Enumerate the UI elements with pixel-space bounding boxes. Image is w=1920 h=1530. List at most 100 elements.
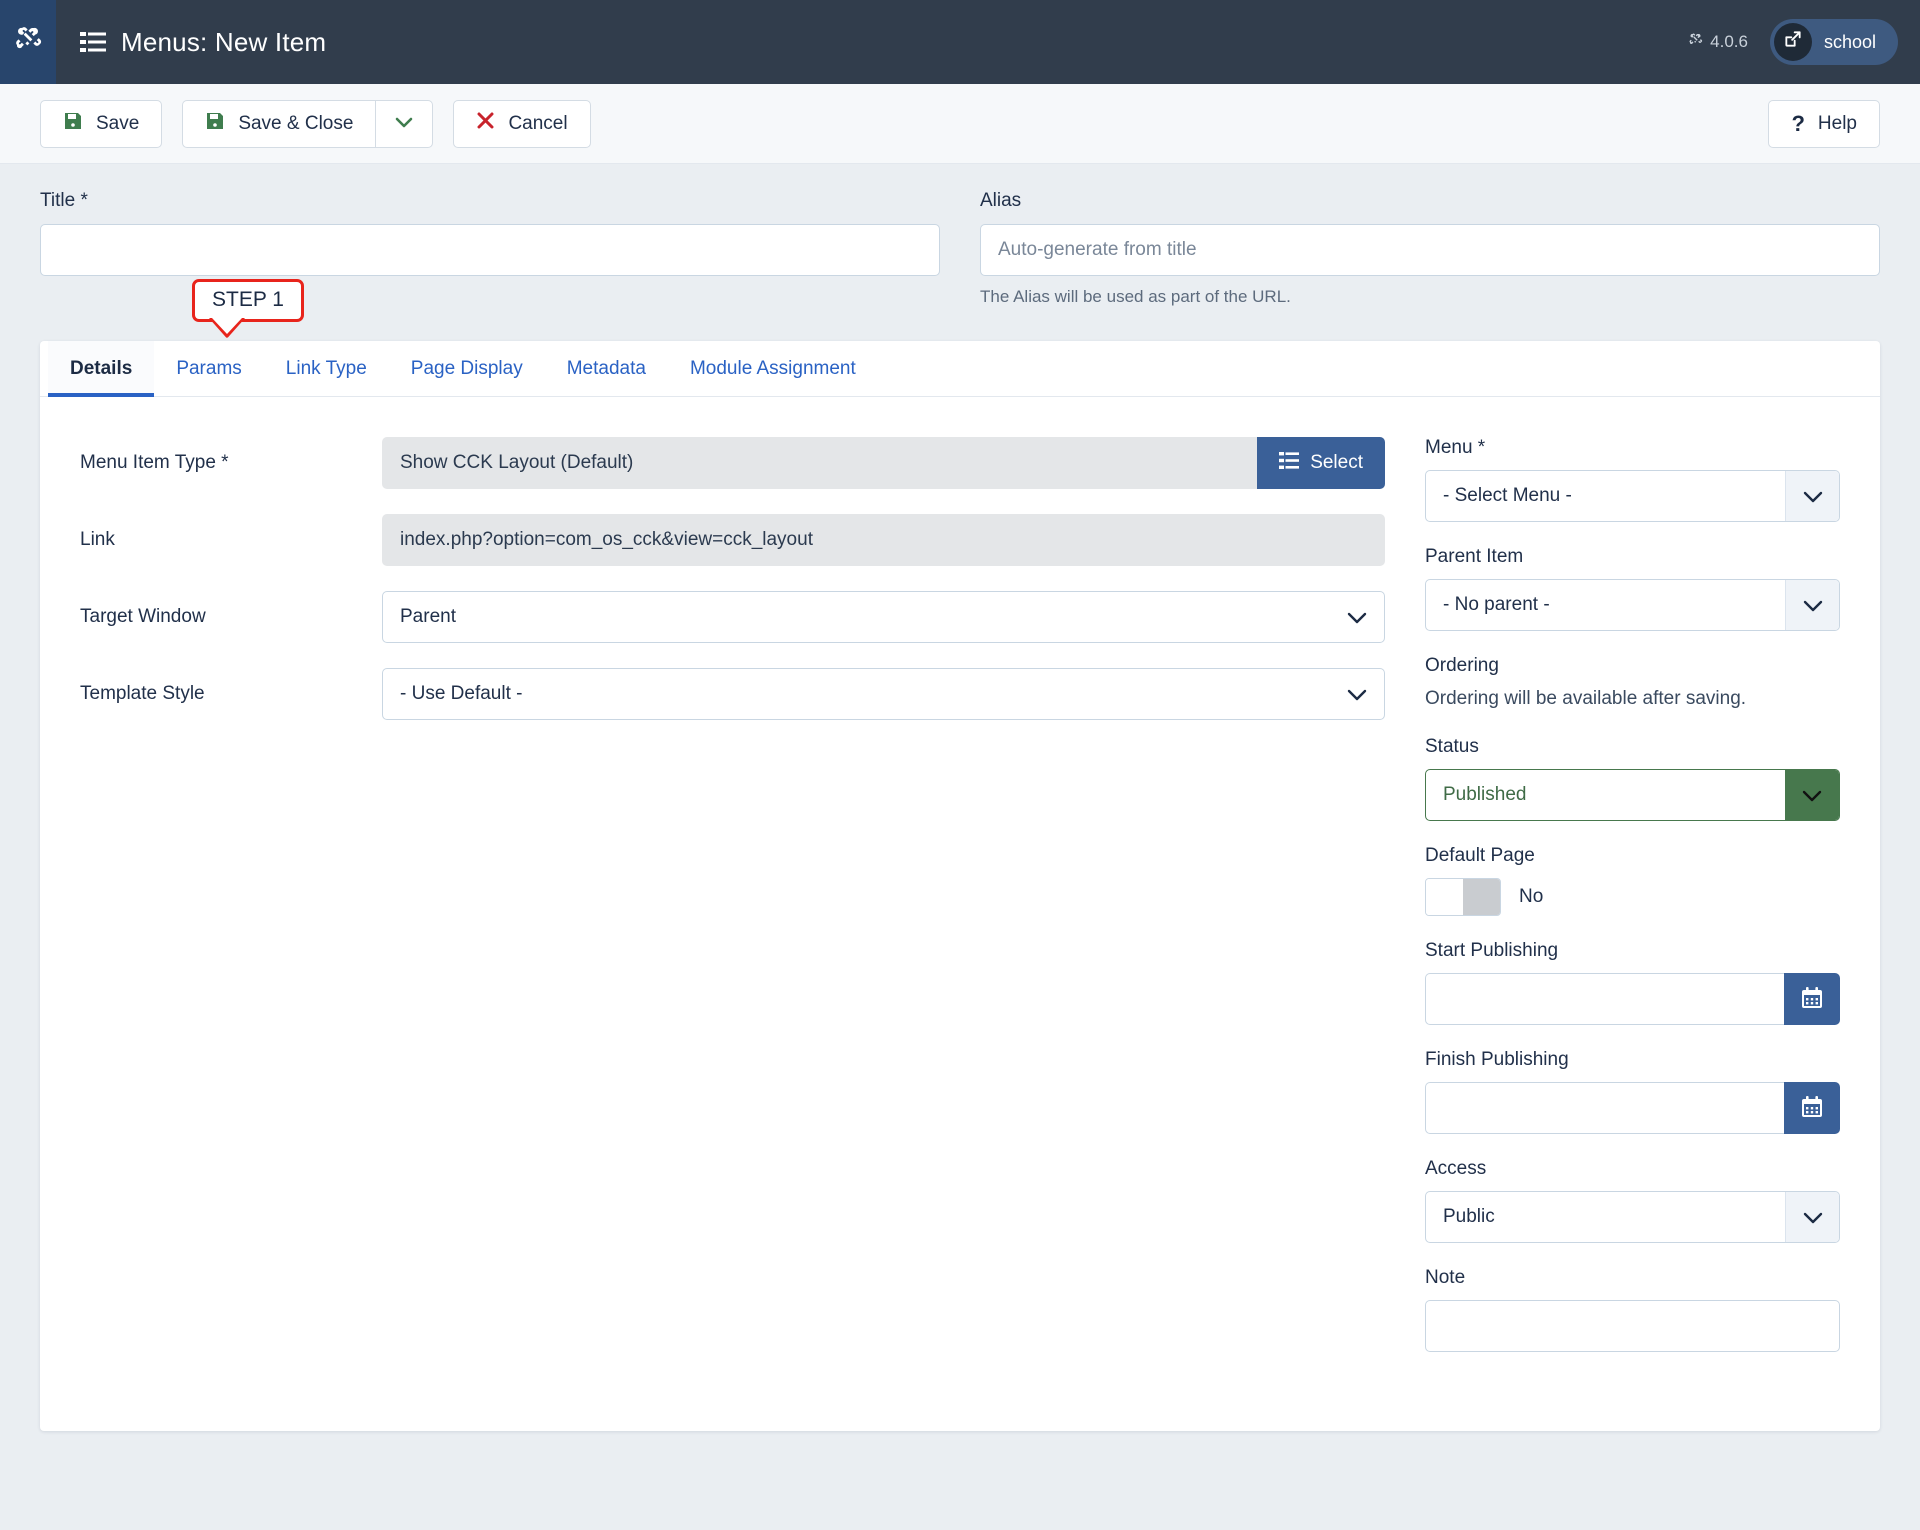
template-style-control: - Use Default - xyxy=(382,668,1385,720)
joomla-logo-button[interactable] xyxy=(0,0,56,84)
alias-field-group: Alias The Alias will be used as part of … xyxy=(980,190,1880,307)
status-label: Status xyxy=(1425,736,1479,757)
link-value: index.php?option=com_os_cck&view=cck_lay… xyxy=(382,514,1385,566)
user-name: school xyxy=(1823,31,1876,52)
finish-publishing-group xyxy=(1425,1082,1840,1134)
finish-publishing-field: Finish Publishing xyxy=(1425,1049,1840,1134)
alias-input[interactable] xyxy=(980,224,1880,276)
start-publishing-calendar-button[interactable] xyxy=(1784,973,1840,1025)
finish-publishing-calendar-button[interactable] xyxy=(1784,1082,1840,1134)
tab-page-display-label: Page Display xyxy=(410,357,523,379)
select-menu-item-type-button[interactable]: Select xyxy=(1257,437,1385,489)
avatar xyxy=(1773,23,1812,61)
save-and-close-group: Save & Close xyxy=(182,99,434,148)
menu-label: Menu * xyxy=(1425,437,1486,458)
menu-select-value: - Select Menu - xyxy=(1443,485,1572,506)
target-window-value: Parent xyxy=(400,606,456,627)
template-style-label: Template Style xyxy=(80,683,205,704)
page-title-group: Menus: New Item xyxy=(80,27,326,58)
access-value: Public xyxy=(1443,1206,1495,1227)
title-input[interactable] xyxy=(40,224,940,276)
list-icon xyxy=(80,31,106,53)
toggle-track xyxy=(1463,879,1500,915)
chevron-down-icon xyxy=(1330,592,1384,642)
tab-module-assignment-label: Module Assignment xyxy=(689,357,856,379)
note-label: Note xyxy=(1425,1267,1466,1288)
tab-details[interactable]: Details xyxy=(48,341,155,397)
target-window-control: Parent xyxy=(382,591,1385,643)
select-button-label: Select xyxy=(1310,452,1363,473)
finish-publishing-label: Finish Publishing xyxy=(1425,1049,1569,1070)
link-row: Link index.php?option=com_os_cck&view=cc… xyxy=(80,514,1385,566)
chevron-down-icon xyxy=(1330,669,1384,719)
link-label: Link xyxy=(80,529,115,550)
form-body: Menu Item Type * Show CCK Layout (Defaul… xyxy=(40,397,1880,1376)
start-publishing-field: Start Publishing xyxy=(1425,940,1840,1025)
step-annotation-label: STEP 1 xyxy=(212,288,284,311)
chevron-down-icon xyxy=(1785,1192,1839,1242)
tab-page-display[interactable]: Page Display xyxy=(389,341,545,396)
status-field: Status Published xyxy=(1425,736,1840,821)
target-window-select[interactable]: Parent xyxy=(382,591,1385,643)
chevron-down-icon xyxy=(1785,580,1839,630)
callout-pointer-icon xyxy=(209,318,245,338)
start-publishing-input[interactable] xyxy=(1425,973,1784,1025)
menu-item-type-label: Menu Item Type * xyxy=(80,452,229,473)
tab-metadata[interactable]: Metadata xyxy=(545,341,668,396)
default-page-toggle[interactable] xyxy=(1425,878,1501,916)
chevron-down-icon xyxy=(1785,770,1839,820)
close-x-icon xyxy=(476,111,495,136)
user-menu-button[interactable]: school xyxy=(1769,19,1898,65)
save-button-label: Save xyxy=(96,112,140,134)
tab-module-assignment[interactable]: Module Assignment xyxy=(668,341,878,396)
tab-link-type[interactable]: Link Type xyxy=(264,341,389,396)
joomla-logo-icon xyxy=(13,24,43,60)
cancel-button[interactable]: Cancel xyxy=(453,99,591,148)
note-input[interactable] xyxy=(1425,1300,1840,1352)
external-link-icon xyxy=(1783,29,1803,55)
app-header: Menus: New Item 4.0.6 school xyxy=(0,0,1920,84)
access-field: Access Public xyxy=(1425,1158,1840,1243)
default-page-field: Default Page No xyxy=(1425,845,1840,916)
access-select[interactable]: Public xyxy=(1425,1191,1840,1243)
version-indicator: 4.0.6 xyxy=(1688,32,1748,52)
toggle-knob xyxy=(1426,879,1463,915)
calendar-icon xyxy=(1800,1095,1824,1122)
sidebar-pane: Menu * - Select Menu - Parent Item - No … xyxy=(1425,437,1840,1376)
status-select[interactable]: Published xyxy=(1425,769,1840,821)
content-card: STEP 1 Details Params Link Type Page Dis… xyxy=(40,279,1880,1431)
toolbar: Save Save & Close Cancel ? Help xyxy=(0,84,1920,164)
alias-label: Alias xyxy=(980,190,1022,211)
tab-params[interactable]: Params xyxy=(154,341,263,396)
template-style-value: - Use Default - xyxy=(400,683,523,704)
menu-select[interactable]: - Select Menu - xyxy=(1425,470,1840,522)
list-icon xyxy=(1279,451,1300,475)
ordering-note: Ordering will be available after saving. xyxy=(1425,688,1747,709)
save-and-close-label: Save & Close xyxy=(238,112,354,134)
save-options-dropdown-button[interactable] xyxy=(375,99,434,148)
joomla-mark-icon xyxy=(1688,32,1703,52)
template-style-select[interactable]: - Use Default - xyxy=(382,668,1385,720)
help-button[interactable]: ? Help xyxy=(1768,99,1880,148)
ordering-label: Ordering xyxy=(1425,655,1499,676)
default-page-value: No xyxy=(1519,886,1544,907)
finish-publishing-input[interactable] xyxy=(1425,1082,1784,1134)
question-mark-icon: ? xyxy=(1791,110,1805,136)
header-right-group: 4.0.6 school xyxy=(1688,19,1920,65)
page-title: Menus: New Item xyxy=(121,26,327,57)
save-and-close-button[interactable]: Save & Close xyxy=(182,99,376,148)
tab-details-label: Details xyxy=(70,357,133,379)
template-style-row: Template Style - Use Default - xyxy=(80,668,1385,720)
parent-item-select[interactable]: - No parent - xyxy=(1425,579,1840,631)
floppy-disk-icon xyxy=(63,111,83,137)
tab-metadata-label: Metadata xyxy=(566,357,646,379)
step-annotation: STEP 1 xyxy=(192,279,304,338)
parent-item-value: - No parent - xyxy=(1443,594,1550,615)
default-page-toggle-group: No xyxy=(1425,878,1840,916)
start-publishing-label: Start Publishing xyxy=(1425,940,1559,961)
version-label: 4.0.6 xyxy=(1710,32,1748,51)
title-label: Title * xyxy=(40,190,88,211)
menu-item-type-value: Show CCK Layout (Default) xyxy=(382,437,1258,489)
save-button[interactable]: Save xyxy=(40,99,163,148)
details-pane: Menu Item Type * Show CCK Layout (Defaul… xyxy=(80,437,1385,1376)
